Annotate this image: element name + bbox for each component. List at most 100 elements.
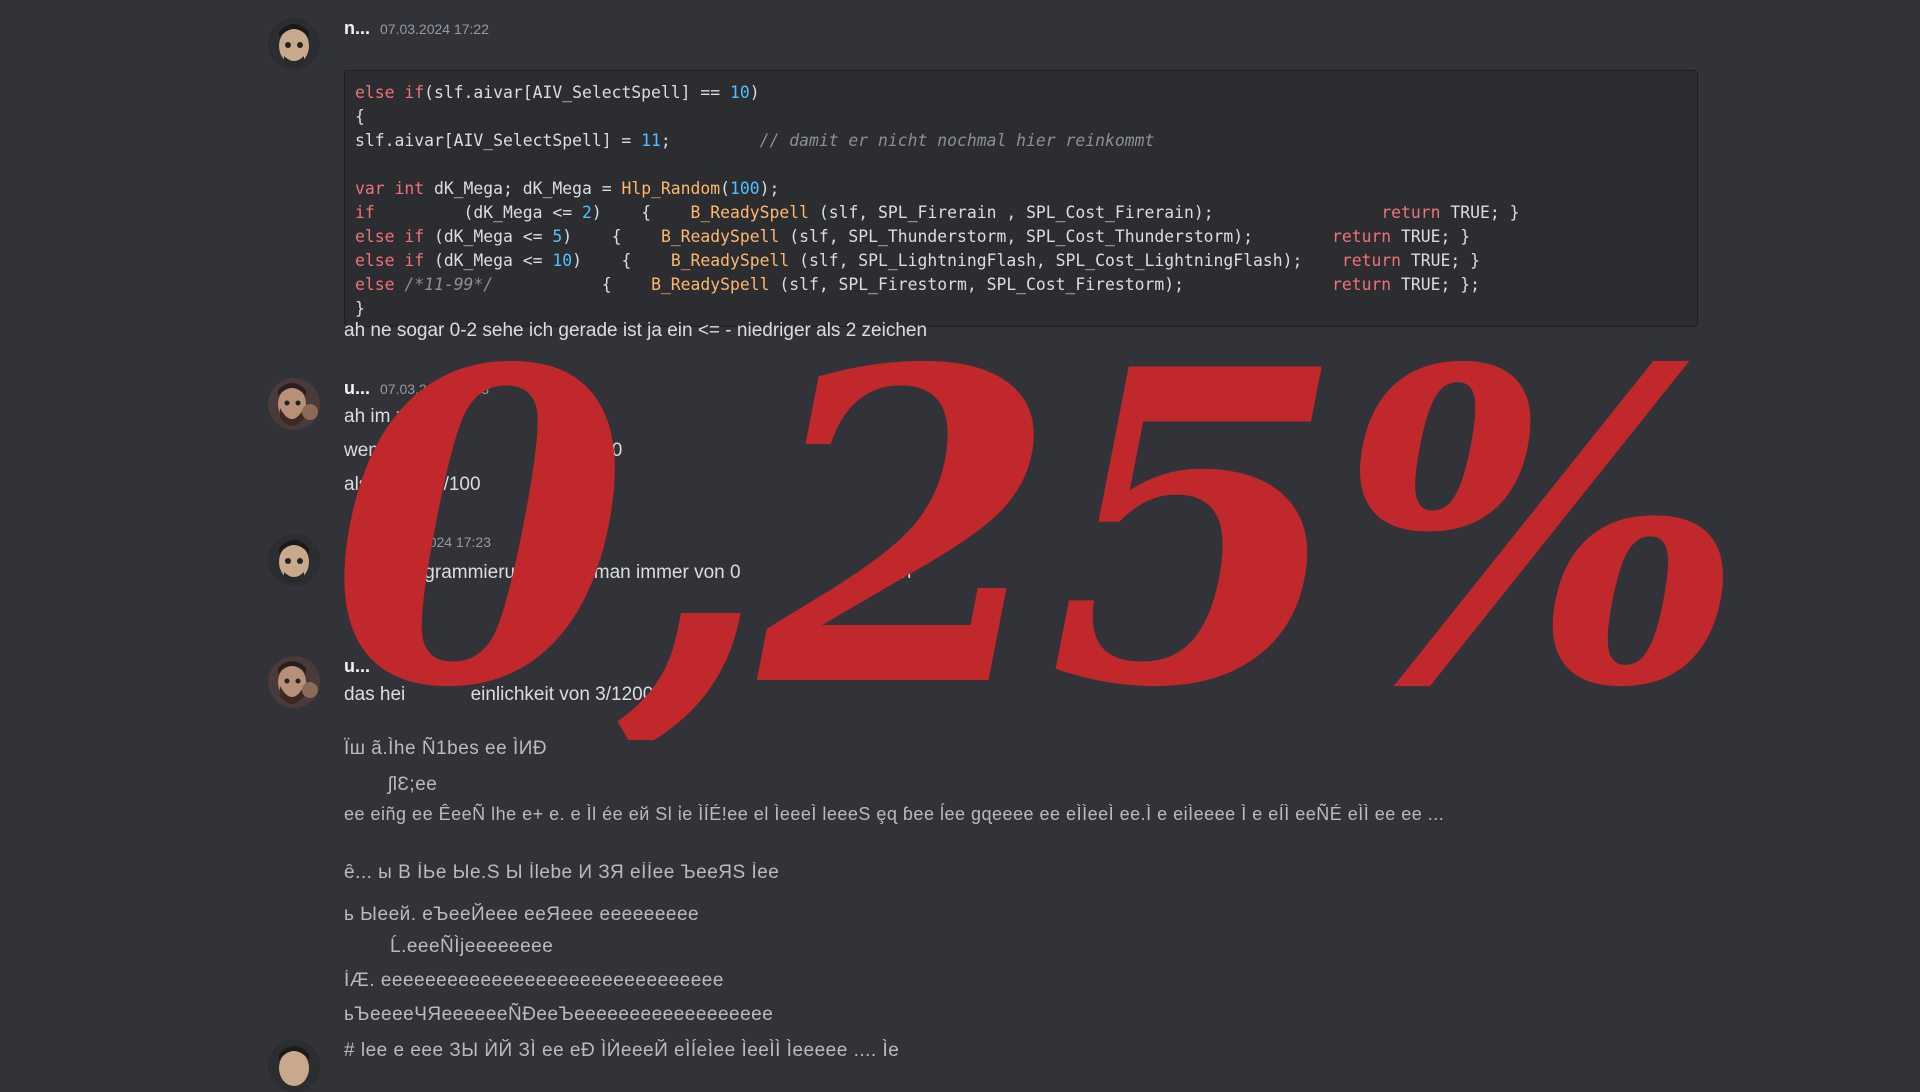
code-token: 10 bbox=[730, 83, 750, 102]
code-token: (slf, SPL_LightningFlash, SPL_Cost_Light… bbox=[789, 251, 1342, 270]
garbled-text: Ïш ã.Ìhe Ñ1bes ee ÌИÐ bbox=[344, 738, 548, 759]
code-token: (dK_Mega <= bbox=[424, 251, 553, 270]
username[interactable]: u... bbox=[344, 656, 370, 677]
code-token: var int bbox=[355, 179, 425, 198]
code-token: dK_Mega; dK_Mega = bbox=[424, 179, 622, 198]
code-token: TRUE; } bbox=[1391, 227, 1471, 246]
code-token: (slf.aivar[AIV_SelectSpell] == bbox=[424, 83, 730, 102]
code-token: B_ReadySpell bbox=[690, 203, 809, 222]
code-token: /*11-99*/ bbox=[394, 275, 494, 294]
message-text: das hei einlichkeit von 3/1200 bbox=[344, 678, 1744, 712]
message-content: 07.03.2024 17:23 der Programmierung hnet… bbox=[362, 534, 1782, 590]
code-token: ) { bbox=[572, 251, 671, 270]
message-text-part: das hei bbox=[344, 684, 406, 705]
code-token: 10 bbox=[552, 251, 573, 270]
avatar[interactable] bbox=[268, 1040, 320, 1092]
avatar-bearded-icon bbox=[268, 378, 320, 430]
message: 07.03.2024 17:23 der Programmierung hnet… bbox=[268, 534, 1710, 594]
code-token: slf.aivar[AIV_SelectSpell] = bbox=[355, 131, 642, 150]
code-line: slf.aivar[AIV_SelectSpell] = 11; // dami… bbox=[355, 129, 1687, 153]
message-text-part: 100 bbox=[590, 440, 623, 461]
message-content: u... 07.03.2024 17:23 ah im zweit wenn 0… bbox=[344, 378, 1744, 502]
message-body: ah ne sogar 0-2 sehe ich gerade ist ja e… bbox=[344, 314, 1744, 348]
garbled-text: ʃlƐ;ee bbox=[388, 774, 438, 795]
avatar[interactable] bbox=[268, 534, 320, 586]
message-header: u... bbox=[344, 656, 1744, 678]
code-token: { bbox=[355, 107, 365, 126]
garbled-text: ь Ыeeй. eЪeeЙeee eeЯeee eeeeeeeee bbox=[344, 904, 700, 925]
message-text: ah im zweit bbox=[344, 406, 440, 427]
code-token: ; bbox=[660, 131, 760, 150]
message-header: n... 07.03.2024 17:22 bbox=[344, 18, 1744, 40]
garbled-text: ьЪeeeeЧЯeeeeeeÑÐeeЪeeeeeeeeeeeeeeeeee bbox=[344, 1004, 774, 1025]
avatar[interactable] bbox=[268, 18, 320, 70]
garbled-text: # lee e eee ЗЫ ЍЙ ЗÌ ee eÐ ÌЍeeeЙ eÌÍeÌe… bbox=[344, 1040, 900, 1061]
code-token: return bbox=[1331, 227, 1392, 246]
message-header: u... 07.03.2024 17:23 bbox=[344, 378, 1744, 400]
message-content: u... das hei einlichkeit von 3/1200 bbox=[344, 656, 1744, 712]
message: u... das hei einlichkeit von 3/1200 bbox=[268, 656, 1710, 716]
username[interactable]: u... bbox=[344, 378, 370, 399]
code-token: 11 bbox=[641, 131, 661, 150]
message-text-part: wenn 0 bbox=[344, 440, 406, 461]
garbled-text: Ĺ.eeeÑÌjeeeeeeee bbox=[390, 936, 554, 957]
code-token: ( bbox=[720, 179, 731, 198]
code-token: return bbox=[1341, 251, 1402, 270]
code-token: ) bbox=[749, 83, 760, 102]
code-token: else if bbox=[355, 83, 425, 102]
timestamp[interactable]: 07.03.2024 17:22 bbox=[380, 21, 489, 37]
message-header: 07.03.2024 17:23 bbox=[382, 534, 1782, 556]
code-line: else if(slf.aivar[AIV_SelectSpell] == 10… bbox=[355, 81, 1687, 105]
code-token: B_ReadySpell bbox=[660, 227, 780, 246]
avatar[interactable] bbox=[268, 656, 320, 708]
avatar[interactable] bbox=[268, 378, 320, 430]
code-token: if bbox=[355, 203, 375, 222]
message-text-part: hnet man immer von 0 bbox=[551, 562, 741, 583]
code-token: else if bbox=[355, 251, 425, 270]
code-block: else if(slf.aivar[AIV_SelectSpell] == 10… bbox=[344, 70, 1698, 327]
code-token: else bbox=[355, 275, 395, 294]
message: u... 07.03.2024 17:23 ah im zweit wenn 0… bbox=[268, 378, 1710, 508]
timestamp[interactable]: 07.03.2024 17:23 bbox=[382, 534, 491, 550]
code-line: else if (dK_Mega <= 5) { B_ReadySpell (s… bbox=[355, 225, 1687, 249]
code-token: TRUE; } bbox=[1401, 251, 1481, 270]
garbled-text: ee eiñg ee ÊeeÑ lhe e+ e. e Ìl ée ей Ѕl … bbox=[344, 804, 1445, 824]
message-text-part: einlichkeit von 3/1200 bbox=[470, 684, 654, 705]
code-token: return bbox=[1331, 275, 1392, 294]
avatar-bearded-icon bbox=[268, 656, 320, 708]
message: n... 07.03.2024 17:22 else if(slf.aivar[… bbox=[268, 18, 1710, 348]
code-line: else if (dK_Mega <= 10) { B_ReadySpell (… bbox=[355, 249, 1687, 273]
message-text: der Programmierung hnet man immer von 0 … bbox=[362, 556, 1782, 590]
garbled-text: ÍÆ. eeeeeeeeеeeeeeeeeeeeeeeeeeeeeee bbox=[344, 970, 724, 991]
garbled-text: ȇ... ы В ÌЬe Ыe.Ѕ Ы Ìlebe И ЗЯ eÌÌee Ъeе… bbox=[344, 862, 780, 883]
code-token: Hlp_Random bbox=[621, 179, 721, 198]
code-token: B_ReadySpell bbox=[651, 275, 770, 294]
code-token: (slf, SPL_Thunderstorm, SPL_Cost_Thunder… bbox=[779, 227, 1332, 246]
avatar-face-icon bbox=[268, 1040, 320, 1092]
message-content: n... 07.03.2024 17:22 bbox=[344, 18, 1744, 40]
code-token: (slf, SPL_Firerain , SPL_Cost_Firerain); bbox=[808, 203, 1382, 222]
code-token: 2 bbox=[581, 203, 592, 222]
code-line: var int dK_Mega; dK_Mega = Hlp_Random(10… bbox=[355, 177, 1687, 201]
code-token: ) { bbox=[591, 203, 691, 222]
code-token: return bbox=[1381, 203, 1441, 222]
code-line: if (dK_Mega <= 2) { B_ReadySpell (slf, S… bbox=[355, 201, 1687, 225]
code-token: B_ReadySpell bbox=[670, 251, 790, 270]
code-token: ); bbox=[759, 179, 780, 198]
avatar-face-icon bbox=[268, 18, 320, 70]
avatar-face-icon bbox=[268, 534, 320, 586]
username[interactable]: n... bbox=[344, 18, 370, 39]
code-token: (slf, SPL_Firestorm, SPL_Cost_Firestorm)… bbox=[769, 275, 1332, 294]
message-text: ah ne sogar 0-2 sehe ich gerade ist ja e… bbox=[344, 320, 928, 341]
timestamp[interactable]: 07.03.2024 17:23 bbox=[380, 381, 489, 397]
code-token: else if bbox=[355, 227, 425, 246]
code-token: (dK_Mega <= bbox=[424, 227, 553, 246]
code-line: { bbox=[355, 105, 1687, 129]
message-text-part: /100 bbox=[443, 474, 481, 495]
message-text-part: tellen bbox=[865, 562, 912, 583]
code-line: else /*11-99*/ { B_ReadySpell (slf, SPL_… bbox=[355, 273, 1687, 297]
code-token: // damit er nicht nochmal hier reinkommt bbox=[759, 131, 1155, 150]
code-token: TRUE; } bbox=[1440, 203, 1520, 222]
code-token: ) { bbox=[562, 227, 661, 246]
